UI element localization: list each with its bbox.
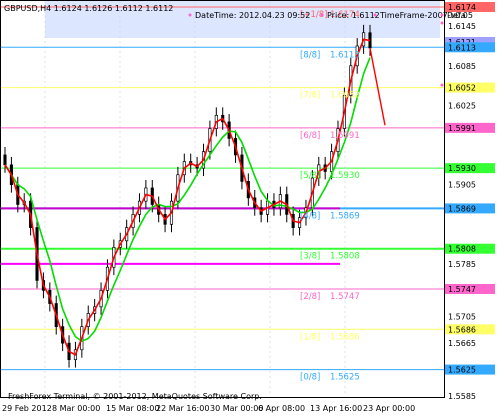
price-tick-label: 1.5905	[448, 181, 476, 190]
time-tick-label: 6 Apr 08:00	[258, 404, 305, 413]
time-tick-label: 15 Mar 08:00	[106, 404, 159, 413]
dot-marker-icon	[320, 13, 324, 17]
murrey-level-value: 1.5930	[330, 171, 360, 181]
murrey-level-label: [5/8]	[300, 171, 320, 181]
price-tick-label: 1.5686	[448, 325, 476, 334]
price-tick-label: 1.5665	[448, 339, 476, 348]
fast-ma-line	[4, 38, 371, 356]
price-tick-label: 1.6113	[448, 43, 476, 52]
price-label: Price: 1.6112	[327, 11, 380, 20]
murrey-level-label: [8/8]	[300, 50, 320, 60]
time-tick-label: 29 Feb 2012	[2, 404, 52, 413]
price-tick-label: 1.6085	[448, 62, 476, 71]
price-tick-label: 1.5625	[448, 366, 476, 375]
murrey-level-value: 1.5869	[330, 211, 360, 221]
time-tick-label: 8 Mar 00:00	[52, 404, 100, 413]
terminal-footer: FreshForex Terminal, © 2001-2012, MetaQu…	[8, 392, 262, 401]
price-tick-label: 1.6174	[448, 3, 476, 12]
chart-canvas[interactable]: [+1/8] 1.6174[8/8] 1.6113[7/8] 1.6052[6/8] 1…	[0, 0, 497, 416]
chart-window: [+1/8] 1.6174 [8/8] 1.6113 [7/8] 1.6052 [6/8] 1…	[0, 0, 497, 416]
murrey-level-label: [3/8]	[300, 252, 320, 262]
murrey-level-label: [0/8]	[300, 373, 320, 383]
murrey-level-label: [7/8]	[300, 91, 320, 101]
dot-marker-icon	[440, 21, 444, 25]
dot-marker-icon	[373, 13, 377, 17]
price-tick-label: 1.5869	[448, 204, 476, 213]
time-tick-label: 23 Apr 00:00	[363, 404, 415, 413]
price-tick-label: 1.6145	[448, 22, 476, 31]
price-tick-label: 1.6052	[448, 84, 476, 93]
murrey-level-label: [4/8]	[300, 211, 320, 221]
price-tick-label: 1.5785	[448, 260, 476, 269]
murrey-levels	[1, 6, 444, 371]
time-tick-label: 30 Mar 00:00	[210, 404, 263, 413]
murrey-level-label: [6/8]	[300, 131, 320, 141]
price-tick-label: 1.5747	[448, 285, 476, 294]
dot-marker-icon	[440, 13, 444, 17]
murrey-level-value: 1.6052	[330, 91, 360, 101]
murrey-level-label: [2/8]	[300, 292, 320, 302]
murrey-level-value: 1.5808	[330, 252, 360, 262]
datetime-label: DateTime: 2012.04.23 09:52	[195, 11, 310, 20]
default-label: Defa	[447, 11, 466, 20]
projection-line	[369, 47, 386, 126]
murrey-level-value: 1.5991	[330, 131, 360, 141]
price-axis: 1.61741.61451.61211.61131.60851.60521.60…	[445, 2, 495, 401]
murrey-level-value: 1.6113	[330, 50, 360, 60]
murrey-level-label: [1/8]	[300, 332, 320, 342]
dot-marker-icon	[188, 13, 192, 17]
price-tick-label: 1.5991	[448, 124, 476, 133]
dot-marker-icon	[440, 83, 444, 87]
time-axis: 29 Feb 2012 8 Mar 00:00 15 Mar 08:0022 Mar…	[2, 404, 415, 413]
time-tick-label: 22 Mar 16:00	[156, 404, 209, 413]
chart-frame	[0, 0, 445, 398]
price-tick-label: 1.5705	[448, 313, 476, 322]
murrey-level-value: 1.5625	[330, 373, 360, 383]
price-tick-label: 1.5930	[448, 164, 476, 173]
price-tick-label: 1.5585	[448, 392, 476, 401]
symbol-header: GBPUSD,H4 1.6124 1.6126 1.6112 1.6112	[4, 4, 173, 13]
murrey-level-value: 1.5686	[330, 332, 360, 342]
candle-body	[3, 154, 7, 166]
price-tick-label: 1.6025	[448, 101, 476, 110]
time-tick-label: 13 Apr 16:00	[310, 404, 362, 413]
price-tick-label: 1.5808	[448, 245, 476, 254]
murrey-level-value: 1.5747	[330, 292, 360, 302]
candles	[3, 24, 372, 368]
